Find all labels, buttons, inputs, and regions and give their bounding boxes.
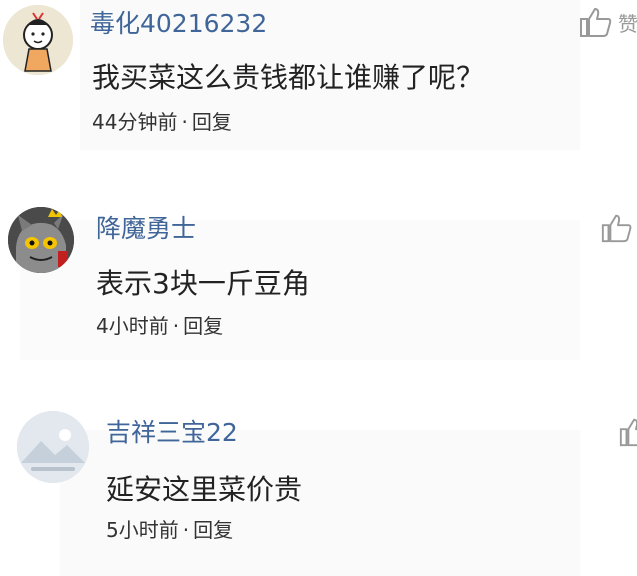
comment-text: 表示3块一斤豆角 xyxy=(96,267,310,300)
cartoon-wolf-icon xyxy=(8,207,74,273)
comment-meta: 44分钟前 · 回复 xyxy=(92,112,232,132)
comment-item: 毒化40216232 赞 我买菜这么贵钱都让谁赚了呢？ 44分钟前 · 回复 xyxy=(0,0,637,175)
cartoon-girl-icon xyxy=(3,5,73,75)
comment-text: 我买菜这么贵钱都让谁赚了呢？ xyxy=(92,61,485,94)
timestamp: 44分钟前 xyxy=(92,110,178,134)
thumbs-up-icon xyxy=(601,214,632,243)
timestamp: 5小时前 xyxy=(106,518,179,542)
reply-link[interactable]: 回复 xyxy=(183,314,223,338)
like-button[interactable] xyxy=(618,416,637,448)
username[interactable]: 毒化40216232 xyxy=(90,11,267,36)
comment-item: 降魔勇士 表示3块一斤豆角 4小时前 · 回复 xyxy=(0,190,637,365)
like-button[interactable]: 赞 xyxy=(578,6,637,38)
avatar[interactable] xyxy=(3,5,73,75)
comment-meta: 5小时前 · 回复 xyxy=(106,520,233,540)
like-button[interactable] xyxy=(600,212,634,244)
comment-meta: 4小时前 · 回复 xyxy=(96,316,223,336)
avatar[interactable] xyxy=(8,207,74,273)
separator: · xyxy=(181,110,188,134)
separator: · xyxy=(172,314,180,338)
thumbs-up-icon xyxy=(580,8,612,37)
separator: · xyxy=(182,518,190,542)
reply-link[interactable]: 回复 xyxy=(193,518,233,542)
avatar[interactable] xyxy=(17,411,89,483)
username[interactable]: 降魔勇士 xyxy=(96,216,196,241)
default-avatar-mountain-icon xyxy=(17,411,89,483)
comment-item: 吉祥三宝22 延安这里菜价贵 5小时前 · 回复 xyxy=(0,400,637,576)
comment-text: 延安这里菜价贵 xyxy=(106,473,303,506)
timestamp: 4小时前 xyxy=(96,314,169,338)
thumbs-up-icon xyxy=(619,418,637,447)
reply-link[interactable]: 回复 xyxy=(192,110,232,134)
username[interactable]: 吉祥三宝22 xyxy=(106,420,238,445)
like-label: 赞 xyxy=(618,11,637,36)
